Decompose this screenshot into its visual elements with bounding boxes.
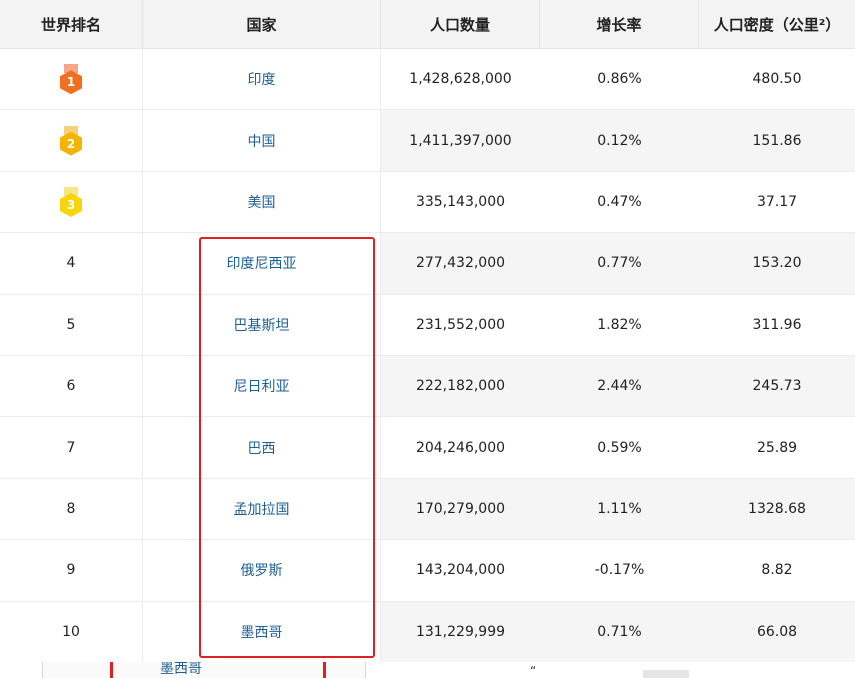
density-cell: 153.20 — [699, 233, 855, 294]
medal-icon: 2 — [60, 125, 82, 156]
country-link[interactable]: 巴基斯坦 — [234, 315, 290, 335]
peek-red-annotation — [110, 662, 326, 678]
country-cell: 美国 — [143, 171, 381, 233]
population-cell: 231,552,000 — [381, 294, 540, 355]
country-cell: 中国 — [143, 110, 381, 171]
rank-number: 10 — [62, 623, 80, 640]
growth-rate-cell: 0.86% — [540, 49, 699, 110]
rank-cell: 10 — [0, 601, 143, 662]
country-cell: 印度 — [143, 49, 381, 110]
density-cell: 8.82 — [699, 540, 855, 601]
medal-rank-number: 3 — [60, 192, 82, 217]
table-row: 9 俄罗斯 143,204,000 -0.17% 8.82 — [0, 540, 855, 602]
country-cell: 印度尼西亚 — [143, 233, 381, 294]
quote-icon: “ — [530, 664, 537, 678]
country-link[interactable]: 尼日利亚 — [234, 376, 290, 396]
rank-cell: 7 — [0, 417, 143, 478]
table-header: 世界排名 国家 人口数量 增长率 人口密度（公里²） — [0, 0, 855, 49]
rank-number: 5 — [66, 316, 76, 333]
density-cell: 311.96 — [699, 294, 855, 355]
country-link[interactable]: 巴西 — [248, 438, 276, 458]
table-row: 3 美国 335,143,000 0.47% 37.17 — [0, 171, 855, 234]
column-header-country[interactable]: 国家 — [143, 0, 381, 48]
growth-rate-cell: 0.71% — [540, 601, 699, 662]
country-cell: 墨西哥 — [143, 601, 381, 662]
population-cell: 204,246,000 — [381, 417, 540, 478]
peek-gray-block — [643, 670, 689, 678]
density-cell: 37.17 — [699, 171, 855, 233]
medal-icon: 3 — [60, 186, 82, 217]
table-row: 10 墨西哥 131,229,999 0.71% 66.08 — [0, 601, 855, 663]
population-cell: 335,143,000 — [381, 171, 540, 233]
country-cell: 孟加拉国 — [143, 478, 381, 540]
population-cell: 143,204,000 — [381, 540, 540, 601]
growth-rate-cell: 0.47% — [540, 171, 699, 233]
rank-cell: 9 — [0, 540, 143, 601]
rank-cell: 5 — [0, 294, 143, 355]
density-cell: 66.08 — [699, 601, 855, 662]
country-cell: 巴西 — [143, 417, 381, 478]
column-header-rank[interactable]: 世界排名 — [0, 0, 143, 48]
rank-number: 6 — [66, 378, 76, 395]
medal-icon: 1 — [60, 64, 82, 95]
population-cell: 131,229,999 — [381, 601, 540, 662]
column-header-growth[interactable]: 增长率 — [540, 0, 699, 48]
density-cell: 25.89 — [699, 417, 855, 478]
country-link[interactable]: 美国 — [248, 192, 276, 212]
rank-cell: 8 — [0, 478, 143, 540]
population-cell: 222,182,000 — [381, 355, 540, 417]
population-cell: 1,411,397,000 — [381, 110, 540, 171]
rank-cell: 4 — [0, 233, 143, 294]
country-link[interactable]: 印度 — [248, 69, 276, 89]
table-row: 1 印度 1,428,628,000 0.86% 480.50 — [0, 49, 855, 111]
growth-rate-cell: 2.44% — [540, 355, 699, 417]
table-row: 6 尼日利亚 222,182,000 2.44% 245.73 — [0, 355, 855, 418]
growth-rate-cell: -0.17% — [540, 540, 699, 601]
rank-cell: 1 — [0, 49, 143, 110]
country-cell: 巴基斯坦 — [143, 294, 381, 355]
growth-rate-cell: 0.12% — [540, 110, 699, 171]
country-cell: 尼日利亚 — [143, 355, 381, 417]
country-cell: 俄罗斯 — [143, 540, 381, 601]
population-cell: 277,432,000 — [381, 233, 540, 294]
country-link[interactable]: 俄罗斯 — [241, 560, 283, 580]
table-row: 8 孟加拉国 170,279,000 1.11% 1328.68 — [0, 478, 855, 541]
population-ranking-table: 世界排名 国家 人口数量 增长率 人口密度（公里²） 1 印度 1,428,628,… — [0, 0, 855, 663]
population-cell: 1,428,628,000 — [381, 49, 540, 110]
column-header-density[interactable]: 人口密度（公里²） — [699, 0, 855, 48]
density-cell: 151.86 — [699, 110, 855, 171]
population-cell: 170,279,000 — [381, 478, 540, 540]
rank-number: 8 — [66, 500, 76, 517]
rank-number: 9 — [66, 562, 76, 579]
country-link[interactable]: 墨西哥 — [241, 622, 283, 642]
rank-number: 7 — [66, 439, 76, 456]
table-row: 7 巴西 204,246,000 0.59% 25.89 — [0, 417, 855, 479]
rank-cell: 3 — [0, 171, 143, 233]
density-cell: 1328.68 — [699, 478, 855, 540]
rank-cell: 2 — [0, 110, 143, 171]
growth-rate-cell: 1.11% — [540, 478, 699, 540]
table-row: 5 巴基斯坦 231,552,000 1.82% 311.96 — [0, 294, 855, 356]
column-header-population[interactable]: 人口数量 — [381, 0, 540, 48]
rank-number: 4 — [66, 255, 76, 272]
density-cell: 480.50 — [699, 49, 855, 110]
rank-cell: 6 — [0, 355, 143, 417]
table-row: 4 印度尼西亚 277,432,000 0.77% 153.20 — [0, 233, 855, 295]
country-link[interactable]: 印度尼西亚 — [227, 253, 297, 273]
peek-text: 墨西哥 — [160, 662, 202, 677]
country-link[interactable]: 中国 — [248, 131, 276, 151]
growth-rate-cell: 0.59% — [540, 417, 699, 478]
medal-rank-number: 2 — [60, 131, 82, 156]
medal-rank-number: 1 — [60, 70, 82, 95]
density-cell: 245.73 — [699, 355, 855, 417]
next-content-peek: 墨西哥 “ — [0, 662, 855, 678]
growth-rate-cell: 1.82% — [540, 294, 699, 355]
growth-rate-cell: 0.77% — [540, 233, 699, 294]
country-link[interactable]: 孟加拉国 — [234, 499, 290, 519]
table-row: 2 中国 1,411,397,000 0.12% 151.86 — [0, 110, 855, 172]
